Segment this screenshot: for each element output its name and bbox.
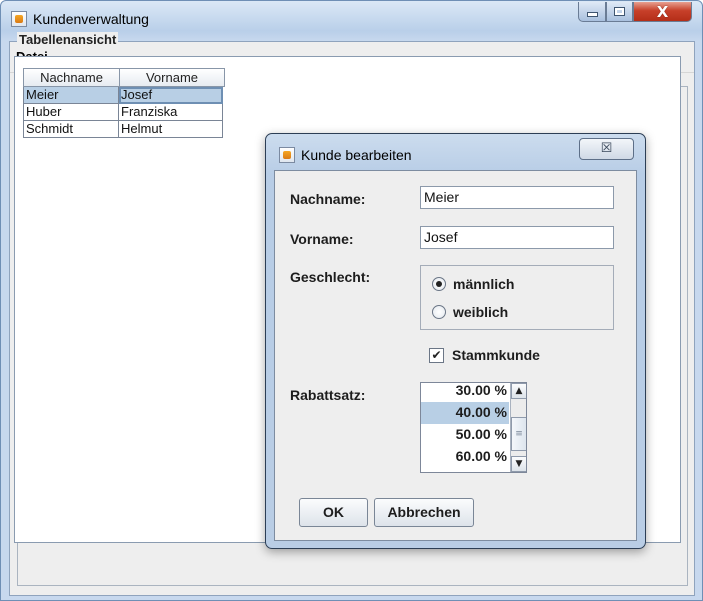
label-rabattsatz: Rabattsatz: — [290, 387, 366, 403]
table-header: Nachname Vorname — [23, 68, 225, 87]
customer-table: Nachname Vorname Meier Josef Huber Franz… — [23, 68, 225, 138]
radio-unselected-icon — [432, 305, 446, 319]
cancel-button[interactable]: Abbrechen — [374, 498, 474, 527]
ok-button[interactable]: OK — [299, 498, 368, 527]
label-vorname: Vorname: — [290, 231, 354, 247]
dialog-title: Kunde bearbeiten — [301, 147, 412, 163]
edit-customer-dialog: Kunde bearbeiten ☒ Nachname: Meier Vorna… — [265, 133, 646, 549]
close-button[interactable]: X — [633, 2, 692, 22]
table-cell[interactable]: Helmut — [119, 121, 223, 138]
table-cell[interactable]: Franziska — [119, 104, 223, 121]
stammkunde-checkbox[interactable]: ✔ — [429, 348, 444, 363]
maximize-icon — [614, 7, 625, 16]
table-cell[interactable]: Huber — [23, 104, 119, 121]
maximize-button[interactable] — [606, 2, 633, 22]
table-row[interactable]: Meier Josef — [23, 87, 225, 104]
list-item[interactable]: 60.00 % — [421, 446, 509, 468]
list-item[interactable]: 30.00 % — [421, 383, 509, 402]
rabatt-list[interactable]: 30.00 % 40.00 % 50.00 % 60.00 % ▲ ≡ ▼ — [420, 382, 527, 473]
list-item[interactable]: 50.00 % — [421, 424, 509, 446]
radio-selected-icon — [432, 277, 446, 291]
minimize-icon — [586, 12, 598, 17]
window-title: Kundenverwaltung — [33, 11, 149, 27]
column-header-vorname[interactable]: Vorname — [120, 69, 224, 86]
stammkunde-label[interactable]: Stammkunde — [452, 347, 540, 363]
list-item-selected[interactable]: 40.00 % — [421, 402, 509, 424]
fieldset-title: Tabellenansicht — [17, 32, 119, 47]
scroll-down-icon[interactable]: ▼ — [511, 456, 526, 472]
scroll-up-icon[interactable]: ▲ — [511, 383, 526, 399]
dialog-close-button[interactable]: ☒ — [579, 138, 634, 160]
table-row[interactable]: Huber Franziska — [23, 104, 225, 121]
radio-label: weiblich — [453, 304, 509, 320]
minimize-button[interactable] — [578, 2, 606, 22]
main-window: Kundenverwaltung X Datei Tabellenansicht… — [0, 0, 703, 601]
table-cell[interactable]: Schmidt — [23, 121, 119, 138]
table-cell[interactable]: Josef — [119, 87, 223, 104]
nachname-input[interactable]: Meier — [420, 186, 614, 209]
java-app-icon — [279, 147, 295, 163]
label-geschlecht: Geschlecht: — [290, 269, 371, 285]
scroll-thumb[interactable]: ≡ — [511, 417, 526, 451]
column-header-nachname[interactable]: Nachname — [24, 69, 120, 86]
table-cell[interactable]: Meier — [23, 87, 119, 104]
table-row[interactable]: Schmidt Helmut — [23, 121, 225, 138]
gender-radio-group: männlich weiblich — [420, 265, 614, 330]
dialog-content: Nachname: Meier Vorname: Josef Geschlech… — [274, 170, 637, 541]
close-icon: X — [656, 2, 669, 21]
radio-label: männlich — [453, 276, 515, 292]
vorname-input[interactable]: Josef — [420, 226, 614, 249]
java-app-icon — [11, 11, 27, 27]
label-nachname: Nachname: — [290, 191, 366, 207]
list-scrollbar[interactable]: ▲ ≡ ▼ — [510, 383, 526, 472]
